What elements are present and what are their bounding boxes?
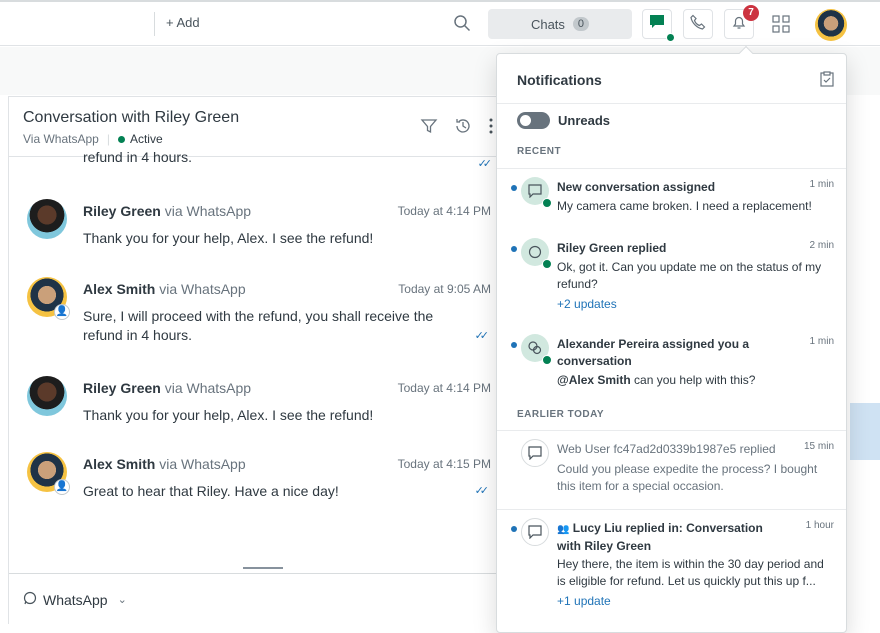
message-text: Thank you for your help, Alex. I see the…: [83, 229, 453, 248]
notification-body: can you help with this?: [631, 373, 756, 387]
unread-dot: [511, 526, 517, 532]
cut-message-text: refund in 4 hours.: [83, 149, 192, 165]
message-author: Alex Smith: [83, 456, 155, 472]
notification-item[interactable]: 👥 Lucy Liu replied in: Conversation with…: [497, 509, 846, 619]
avatar: 👤: [27, 452, 67, 492]
resize-handle[interactable]: [243, 567, 283, 569]
wechat-icon: [521, 334, 549, 362]
read-receipt-icon: ✓✓: [475, 329, 485, 342]
conversation-header: Conversation with Riley Green Via WhatsA…: [9, 97, 500, 157]
notification-body: My camera came broken. I need a replacem…: [557, 198, 827, 215]
notification-title: Riley Green replied: [557, 240, 777, 257]
conversation-panel: Conversation with Riley Green Via WhatsA…: [8, 96, 500, 624]
agent-icon: 👤: [54, 304, 70, 320]
read-receipt-icon: ✓✓: [475, 484, 485, 497]
agent-icon: 👤: [54, 479, 70, 495]
unreads-toggle[interactable]: Unreads: [517, 112, 610, 129]
toggle-label: Unreads: [558, 113, 610, 128]
more-updates-link[interactable]: +2 updates: [557, 297, 617, 311]
message-via: via WhatsApp: [165, 203, 251, 219]
team-icon: 👥: [557, 524, 569, 535]
status-label: Active: [130, 132, 163, 146]
user-avatar[interactable]: [815, 9, 847, 41]
notification-title: New conversation assigned: [557, 179, 777, 196]
message-author: Alex Smith: [83, 281, 155, 297]
messaging-button[interactable]: [642, 9, 672, 39]
chats-button[interactable]: Chats 0: [488, 9, 632, 39]
message-text: Sure, I will proceed with the refund, yo…: [83, 307, 453, 345]
notification-item[interactable]: Alexander Pereira assigned you a convers…: [497, 326, 846, 404]
online-status-dot: [666, 33, 675, 42]
notification-time: 1 min: [810, 336, 834, 347]
chat-icon: [521, 177, 549, 205]
message-time: Today at 9:05 AM: [398, 282, 491, 296]
message-via: via WhatsApp: [159, 281, 245, 297]
message-text: Thank you for your help, Alex. I see the…: [83, 406, 453, 425]
whatsapp-icon: [521, 238, 549, 266]
notification-time: 1 hour: [806, 520, 834, 531]
divider: [154, 12, 155, 36]
notification-time: 1 min: [810, 179, 834, 190]
conversation-title: Conversation with Riley Green: [23, 109, 486, 127]
mark-all-read-icon[interactable]: [820, 71, 834, 90]
read-receipt-icon: ✓✓: [478, 157, 488, 170]
chat-icon: [521, 518, 549, 546]
top-bar: + Add Chats 0 7: [0, 0, 880, 46]
chats-label: Chats: [531, 17, 565, 32]
phone-button[interactable]: [683, 9, 713, 39]
notification-body: Ok, got it. Can you update me on the sta…: [557, 259, 827, 293]
section-earlier-today: EARLIER TODAY: [517, 409, 604, 420]
notifications-title: Notifications: [517, 72, 602, 88]
selected-row-highlight: [850, 403, 880, 460]
unread-dot: [511, 185, 517, 191]
phone-icon: [690, 14, 706, 35]
history-icon[interactable]: [454, 117, 472, 140]
avatar: 👤: [27, 277, 67, 317]
notification-title: Lucy Liu replied in: Conversation with R…: [557, 521, 763, 553]
chats-count: 0: [573, 17, 589, 31]
apps-grid-icon[interactable]: [772, 15, 790, 38]
search-icon[interactable]: [453, 14, 471, 37]
chat-bubble-icon: [649, 14, 665, 35]
notification-time: 15 min: [804, 441, 834, 452]
notification-title: Web User fc47ad2d0339b1987e5 replied: [557, 441, 787, 458]
notification-item[interactable]: New conversation assigned 1 min My camer…: [497, 168, 846, 224]
add-button[interactable]: + Add: [166, 15, 200, 30]
chevron-down-icon: ⌄: [118, 593, 127, 606]
more-options-icon[interactable]: [488, 117, 494, 140]
notification-count-badge: 7: [743, 5, 759, 21]
unread-dot: [511, 342, 517, 348]
unread-dot: [511, 246, 517, 252]
active-dot: [118, 136, 125, 143]
avatar: [27, 199, 67, 239]
filter-icon[interactable]: [420, 117, 438, 140]
notification-body: Hey there, the item is within the 30 day…: [557, 556, 827, 590]
channel-label: WhatsApp: [43, 592, 108, 608]
message-time: Today at 4:14 PM: [398, 204, 491, 218]
whatsapp-icon: [23, 591, 37, 608]
channel-selector[interactable]: WhatsApp ⌄: [9, 573, 501, 625]
section-recent: RECENT: [517, 146, 561, 157]
message-time: Today at 4:15 PM: [398, 457, 491, 471]
status-badge: Active: [118, 132, 163, 146]
notification-item[interactable]: Riley Green replied 2 min Ok, got it. Ca…: [497, 230, 846, 318]
notification-item[interactable]: Web User fc47ad2d0339b1987e5 replied 15 …: [497, 430, 846, 500]
message-via: via WhatsApp: [159, 456, 245, 472]
message-time: Today at 4:14 PM: [398, 381, 491, 395]
chat-icon: [521, 439, 549, 467]
notification-title: Alexander Pereira assigned you a convers…: [557, 336, 777, 370]
notification-time: 2 min: [810, 240, 834, 251]
mention: @Alex Smith: [557, 373, 631, 387]
more-updates-link[interactable]: +1 update: [557, 594, 611, 608]
message-via: via WhatsApp: [165, 380, 251, 396]
message-author: Riley Green: [83, 203, 161, 219]
notifications-panel: Notifications Unreads RECENT New convers…: [496, 53, 847, 633]
avatar: [27, 376, 67, 416]
message-text: Great to hear that Riley. Have a nice da…: [83, 482, 453, 501]
message-author: Riley Green: [83, 380, 161, 396]
toggle-switch[interactable]: [517, 112, 550, 129]
channel-label: Via WhatsApp: [23, 132, 99, 146]
notification-body: Could you please expedite the process? I…: [557, 461, 827, 495]
